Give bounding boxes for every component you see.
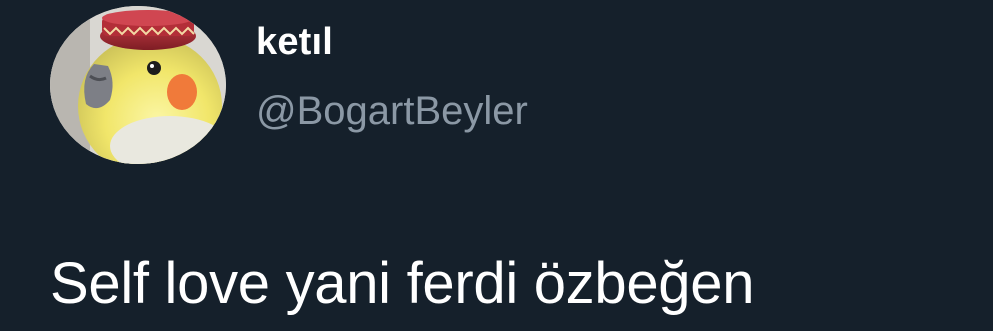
avatar[interactable] <box>50 6 226 164</box>
author-handle[interactable]: @BogartBeyler <box>256 86 528 136</box>
tweet-text: Self love yani ferdi özbeğen <box>50 251 755 316</box>
cockatiel-avatar-icon <box>50 6 226 164</box>
author-display-name[interactable]: ketıl <box>256 18 333 66</box>
tweet-card: ketıl @BogartBeyler Self love yani ferdi… <box>0 0 993 331</box>
